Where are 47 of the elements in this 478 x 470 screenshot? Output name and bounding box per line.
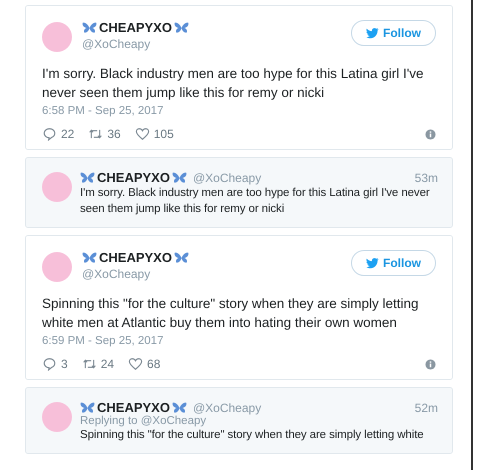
like-count: 105	[154, 127, 174, 141]
user-handle[interactable]: @XoCheapy	[192, 170, 262, 184]
retweet-count: 24	[100, 357, 114, 371]
timestamp[interactable]: 6:59 PM - Sep 25, 2017	[42, 335, 436, 347]
retweet-icon[interactable]	[88, 127, 104, 141]
avatar	[42, 22, 72, 52]
heart-icon[interactable]	[134, 127, 150, 141]
user-handle[interactable]: @XoCheapy	[82, 37, 351, 51]
butterfly-icon	[82, 22, 97, 34]
avatar	[42, 252, 72, 282]
butterfly-icon	[82, 252, 97, 264]
heart-icon[interactable]	[128, 357, 144, 371]
user-name[interactable]: CHEAPYXO	[97, 170, 170, 185]
timestamp[interactable]: 6:58 PM - Sep 25, 2017	[42, 105, 436, 117]
reply-icon[interactable]	[42, 357, 57, 371]
reply-count: 22	[61, 127, 74, 141]
retweet-count: 36	[107, 127, 121, 141]
replying-to-text: Replying to @XoCheapy	[80, 415, 208, 427]
user-name[interactable]: CHEAPYXO	[97, 400, 170, 415]
info-icon[interactable]	[425, 358, 436, 370]
bird-icon	[366, 28, 379, 38]
reply-icon[interactable]	[42, 127, 57, 141]
tweet-time[interactable]: 52m	[414, 400, 438, 414]
butterfly-icon	[80, 172, 95, 184]
user-handle[interactable]: @XoCheapy	[192, 400, 262, 414]
tweet-time[interactable]: 53m	[414, 170, 438, 184]
butterfly-icon	[172, 172, 187, 184]
reply-count: 3	[61, 357, 68, 371]
follow-button[interactable]: Follow	[351, 250, 436, 276]
bird-icon	[366, 258, 379, 268]
follow-button[interactable]: Follow	[351, 20, 436, 46]
user-name[interactable]: CHEAPYXO	[99, 250, 172, 265]
tweet-text: I'm sorry. Black industry men are too hype for this Latina girl I've never seen them jump like this for remy or nicki	[42, 65, 425, 102]
butterfly-icon	[80, 402, 95, 414]
butterfly-icon	[174, 22, 189, 34]
user-name[interactable]: CHEAPYXO	[99, 20, 172, 35]
like-count: 68	[147, 357, 160, 371]
butterfly-icon	[174, 252, 189, 264]
tweet-text: Spinning this "for the culture" story when they are simply letting white men at Atlantic buy them into hating their own women	[42, 295, 420, 332]
user-handle[interactable]: @XoCheapy	[82, 267, 351, 281]
avatar	[42, 172, 72, 202]
info-icon[interactable]	[425, 128, 436, 140]
avatar	[42, 402, 72, 432]
tweet-text: I'm sorry. Black industry men are too hype for this Latina girl I've never seen them jump like this for remy or nicki	[80, 186, 431, 217]
butterfly-icon	[172, 402, 187, 414]
retweet-icon[interactable]	[82, 357, 97, 371]
tweet-text: Spinning this "for the culture" story when they are simply letting white	[80, 428, 425, 443]
